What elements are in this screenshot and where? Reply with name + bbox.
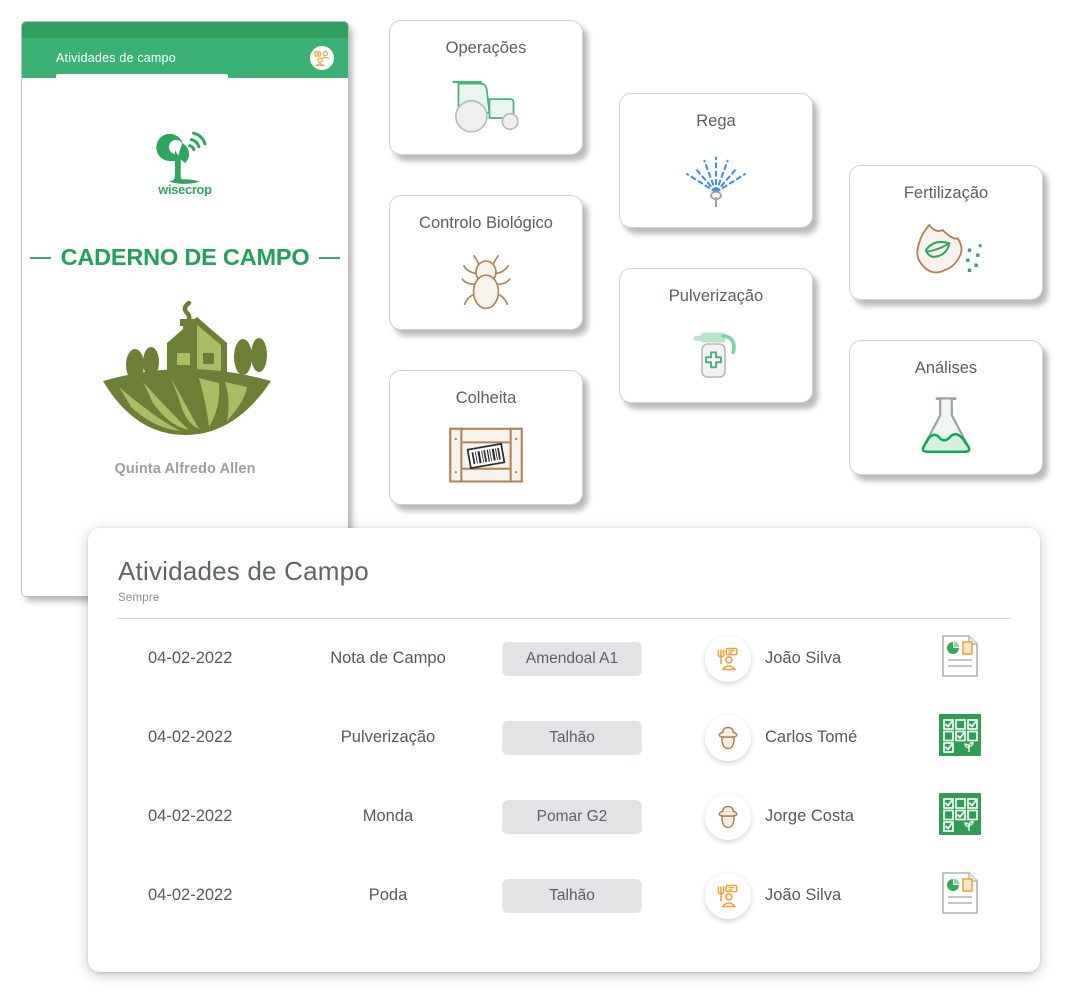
activity-plot-cell: Talhão: [483, 878, 661, 913]
spray-bottle-icon: [620, 306, 812, 402]
activity-user: Carlos Tomé: [765, 728, 858, 746]
divider-left: [30, 256, 51, 259]
activity-user-cell: Carlos Tomé: [661, 714, 910, 761]
card-label: Análises: [914, 359, 978, 377]
activity-plot-cell: Talhão: [483, 720, 661, 755]
card-pulverizacao[interactable]: Pulverização: [619, 268, 813, 403]
card-controlo-biologico[interactable]: Controlo Biológico: [389, 195, 583, 330]
farmer-hat-avatar-icon: [705, 714, 751, 761]
table-row[interactable]: 04-02-2022 Nota de Campo Amendoal A1 Joã…: [118, 619, 1010, 698]
phone-mockup: Atividades de campo wisecrop CADERNO DE …: [22, 22, 348, 596]
activity-doc-cell[interactable]: [910, 793, 1010, 840]
activity-user: Jorge Costa: [765, 807, 854, 825]
card-colheita[interactable]: Colheita: [389, 370, 583, 505]
activity-doc-cell[interactable]: [910, 871, 1010, 920]
activity-type: Nota de Campo: [330, 649, 446, 667]
section-title-row: CADERNO DE CAMPO: [22, 244, 348, 271]
activity-doc-cell[interactable]: [910, 634, 1010, 683]
card-rega[interactable]: Rega: [619, 93, 813, 228]
farmer-avatar-icon[interactable]: [310, 46, 334, 70]
phone-header-title: Atividades de campo: [56, 51, 176, 65]
farm-name-label: Quinta Alfredo Allen: [114, 461, 256, 477]
activities-subtitle: Sempre: [118, 592, 160, 604]
card-label: Controlo Biológico: [419, 214, 553, 232]
phone-content: wisecrop CADERNO DE CAMPO Quinta Alfredo…: [22, 78, 348, 596]
activity-type: Poda: [368, 886, 408, 904]
phone-app-header: Atividades de campo: [22, 38, 348, 78]
farmer-tools-avatar-icon: [705, 635, 751, 682]
active-tab-indicator: [56, 74, 228, 78]
activity-plot-cell: Amendoal A1: [483, 641, 661, 676]
activity-type: Pulverização: [340, 728, 436, 746]
card-operacoes[interactable]: Operações: [389, 20, 583, 155]
activity-user: João Silva: [765, 886, 842, 904]
wisecrop-wordmark: wisecrop: [157, 182, 212, 196]
sprinkler-icon: [620, 131, 812, 227]
activity-user: João Silva: [765, 649, 842, 667]
plot-chip: Talhão: [502, 720, 642, 755]
activity-date: 04-02-2022: [148, 807, 233, 825]
activity-doc-cell[interactable]: [910, 714, 1010, 761]
screenshot-root: Atividades de campo wisecrop CADERNO DE …: [0, 0, 1080, 1008]
activities-panel: Atividades de Campo Sempre 04-02-2022 No…: [88, 528, 1040, 972]
card-label: Operações: [445, 39, 527, 57]
report-document-icon[interactable]: [941, 634, 979, 683]
activity-user-cell: João Silva: [661, 872, 910, 919]
report-document-icon[interactable]: [941, 871, 979, 920]
activity-date: 04-02-2022: [148, 886, 233, 904]
farmer-hat-avatar-icon: [705, 793, 751, 840]
card-label: Pulverização: [668, 287, 764, 305]
harvest-crate-icon: [390, 408, 582, 504]
plot-chip: Amendoal A1: [502, 641, 642, 676]
divider-right: [319, 256, 341, 259]
card-fertilizacao[interactable]: Fertilização: [849, 165, 1043, 300]
activity-user-cell: Jorge Costa: [661, 793, 910, 840]
card-analises[interactable]: Análises: [849, 340, 1043, 475]
table-row[interactable]: 04-02-2022 Pulverização Talhão Carlos To…: [118, 698, 1010, 777]
spreadsheet-checklist-icon[interactable]: [939, 793, 981, 840]
table-row[interactable]: 04-02-2022 Monda Pomar G2 Jorge Costa: [118, 777, 1010, 856]
spreadsheet-checklist-icon[interactable]: [939, 714, 981, 761]
activity-date: 04-02-2022: [148, 728, 233, 746]
table-row[interactable]: 04-02-2022 Poda Talhão João Silva: [118, 856, 1010, 935]
flask-icon: [850, 378, 1042, 474]
fertilizer-bag-icon: [850, 203, 1042, 299]
farmer-tools-avatar-icon: [705, 872, 751, 919]
page-title: CADERNO DE CAMPO: [60, 244, 310, 270]
activities-table: 04-02-2022 Nota de Campo Amendoal A1 Joã…: [118, 619, 1010, 935]
card-label: Fertilização: [903, 184, 989, 202]
phone-status-bar: [22, 22, 348, 38]
tractor-icon: [390, 58, 582, 154]
activity-type: Monda: [362, 807, 414, 825]
plot-chip: Pomar G2: [502, 799, 642, 834]
plot-chip: Talhão: [502, 878, 642, 913]
activity-user-cell: João Silva: [661, 635, 910, 682]
activities-title: Atividades de Campo: [118, 556, 369, 586]
beetle-icon: [390, 233, 582, 329]
card-label: Rega: [696, 112, 736, 130]
farm-house-fields-icon: [103, 300, 271, 435]
card-label: Colheita: [455, 389, 517, 407]
activity-date: 04-02-2022: [148, 649, 233, 667]
activity-plot-cell: Pomar G2: [483, 799, 661, 834]
wisecrop-logo-icon: wisecrop: [156, 131, 212, 196]
